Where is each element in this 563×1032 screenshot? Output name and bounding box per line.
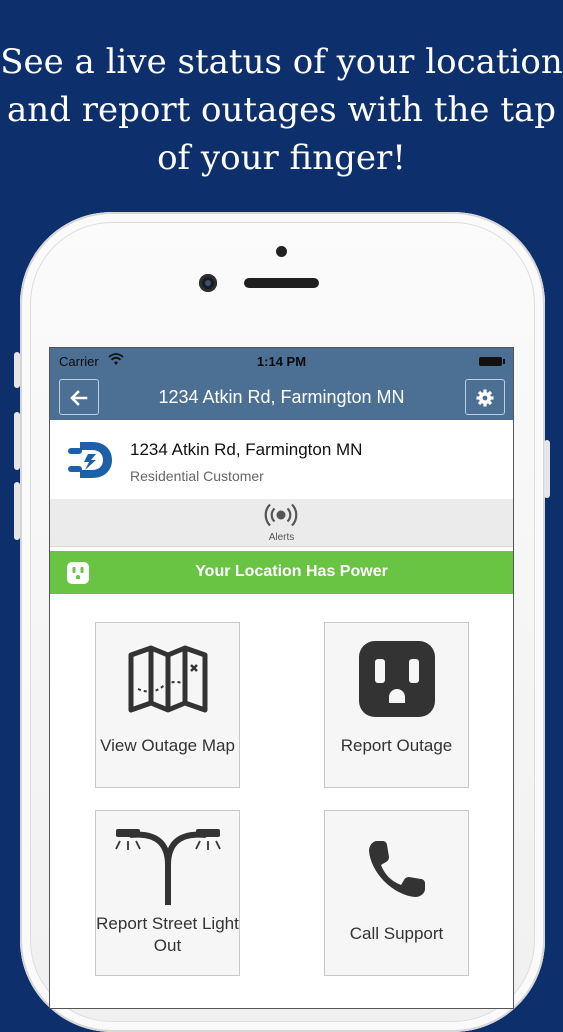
volume-button — [14, 352, 20, 388]
app-screen: Carrier 1:14 PM 1234 Atkin Rd, Farmingto… — [50, 348, 513, 1008]
proximity-sensor — [276, 246, 287, 257]
report-outage-tile[interactable]: Report Outage — [324, 622, 469, 788]
customer-type: Residential Customer — [130, 468, 264, 484]
tile-label: Report Street Light Out — [96, 914, 239, 955]
phone-icon — [369, 841, 425, 897]
power-button — [544, 440, 550, 498]
promo-headline: See a live status of your location and r… — [0, 42, 563, 178]
power-status-text: Your Location Has Power — [195, 563, 388, 580]
utility-logo — [68, 442, 112, 478]
report-street-light-tile[interactable]: Report Street Light Out — [95, 810, 240, 976]
tile-label: Report Outage — [340, 736, 453, 755]
outlet-icon — [359, 641, 435, 717]
power-status-bar: Your Location Has Power — [50, 551, 513, 594]
front-camera — [199, 274, 217, 292]
account-header[interactable]: 1234 Atkin Rd, Farmington MN Residential… — [50, 420, 513, 500]
tile-label: Call Support — [349, 924, 444, 943]
clock: 1:14 PM — [256, 354, 307, 369]
tile-label: View Outage Map — [100, 736, 235, 755]
battery-icon — [479, 357, 505, 366]
call-support-tile[interactable]: Call Support — [324, 810, 469, 976]
nav-bar: 1234 Atkin Rd, Farmington MN — [50, 374, 513, 420]
account-address: 1234 Atkin Rd, Farmington MN — [130, 440, 363, 459]
gear-icon — [476, 389, 494, 407]
volume-button — [14, 482, 20, 540]
nav-title: 1234 Atkin Rd, Farmington MN — [158, 387, 405, 407]
alerts-label: Alerts — [268, 532, 295, 543]
broadcast-icon — [264, 503, 298, 527]
back-arrow-icon — [70, 390, 88, 406]
street-light-icon — [115, 829, 221, 905]
back-button[interactable] — [59, 379, 99, 415]
volume-button — [14, 412, 20, 470]
map-icon — [128, 645, 208, 713]
settings-button[interactable] — [465, 379, 505, 415]
view-outage-map-tile[interactable]: View Outage Map — [95, 622, 240, 788]
earpiece-speaker — [244, 278, 319, 288]
status-bar: Carrier 1:14 PM — [50, 348, 513, 374]
alerts-tab[interactable]: Alerts — [50, 499, 513, 547]
